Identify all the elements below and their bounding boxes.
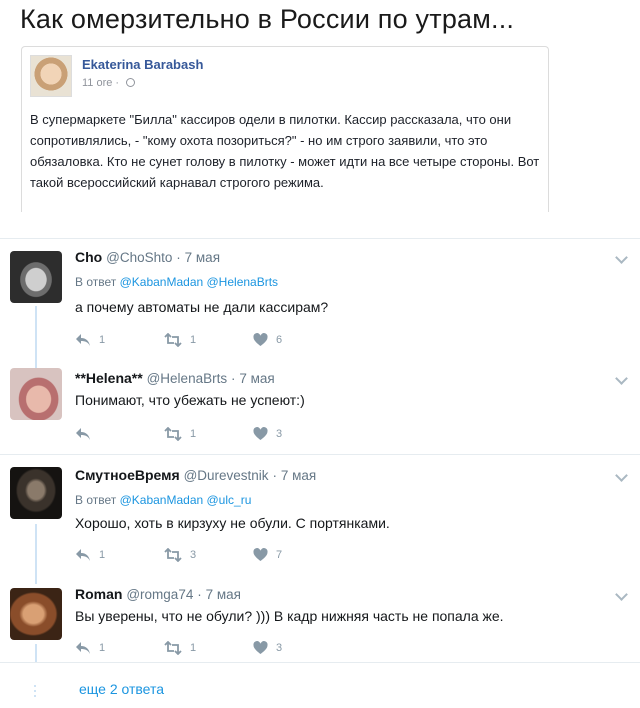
tweet-header: Roman @romga74 · 7 мая [75, 586, 241, 602]
retweet-button[interactable]: 1 [164, 426, 196, 442]
like-button[interactable]: 3 [253, 426, 282, 442]
reply-prefix: В ответ [75, 275, 120, 289]
tweet-text: Понимают, что убежать не успеют:) [75, 392, 305, 408]
like-count: 7 [276, 549, 283, 561]
tweet-text: а почему автоматы не дали кассирам? [75, 299, 329, 315]
like-count: 3 [276, 428, 283, 440]
separator-dot: · [197, 587, 202, 602]
retweet-button[interactable]: 1 [164, 332, 196, 348]
quoted-post-time-text: 11 ore · [82, 77, 123, 89]
like-count: 3 [276, 642, 283, 654]
quoted-post-text: В супермаркете "Билла" кассиров одели в … [30, 112, 540, 190]
more-replies-row: еще 2 ответа [0, 662, 640, 708]
retweet-icon [164, 427, 182, 441]
tweet: Roman @romga74 · 7 мая Вы уверены, что н… [0, 574, 640, 662]
reply-mentions[interactable]: @KabanMadan @ulc_ru [120, 493, 252, 507]
retweet-button[interactable]: 1 [164, 640, 196, 656]
page-headline: Как омерзительно в России по утрам... [20, 4, 515, 34]
tweet: Cho @ChoShto · 7 мая В ответ @KabanMadan… [0, 238, 640, 358]
avatar[interactable] [10, 368, 62, 420]
quoted-author-avatar [30, 55, 72, 97]
tweet-actions: 1 1 6 [75, 332, 335, 348]
reply-context: В ответ @KabanMadan @HelenaBrts [75, 275, 278, 289]
tweet-actions: 1 3 [75, 426, 335, 442]
display-name[interactable]: **Helena** [75, 370, 143, 386]
reply-count: 1 [99, 334, 106, 346]
retweet-count: 1 [190, 642, 197, 654]
reply-icon [76, 642, 90, 654]
tweet-header: СмутноеВремя @Durevestnik · 7 мая [75, 467, 316, 483]
like-count: 6 [276, 334, 283, 346]
reply-icon [76, 428, 90, 440]
chevron-down-icon[interactable] [615, 372, 628, 385]
retweet-button[interactable]: 3 [164, 547, 196, 563]
tweet-header: Cho @ChoShto · 7 мая [75, 249, 220, 265]
retweet-icon [164, 641, 182, 655]
heart-icon [253, 333, 268, 346]
reply-context: В ответ @KabanMadan @ulc_ru [75, 493, 251, 507]
reply-button[interactable] [75, 426, 99, 442]
quoted-post-time: 11 ore · [82, 77, 136, 89]
thread-dots [34, 685, 36, 699]
quoted-post-fade [22, 192, 548, 212]
reply-icon [76, 549, 90, 561]
separator-dot: · [230, 371, 236, 386]
heart-icon [253, 548, 268, 561]
tweet-actions: 1 1 3 [75, 640, 335, 656]
reply-icon [76, 334, 90, 346]
retweet-icon [164, 548, 182, 562]
user-handle[interactable]: @ChoShto [106, 250, 172, 265]
retweet-count: 3 [190, 549, 197, 561]
retweet-icon [164, 333, 182, 347]
avatar[interactable] [10, 467, 62, 519]
chevron-down-icon[interactable] [615, 251, 628, 264]
tweet-header: **Helena** @HelenaBrts · 7 мая [75, 370, 275, 386]
reply-mentions[interactable]: @KabanMadan @HelenaBrts [120, 275, 278, 289]
tweet-date[interactable]: 7 мая [206, 587, 241, 602]
tweet-actions: 1 3 7 [75, 547, 335, 563]
separator-dot: · [272, 468, 277, 483]
tweet-date[interactable]: 7 мая [239, 371, 274, 386]
display-name[interactable]: Cho [75, 249, 102, 265]
reply-count: 1 [99, 642, 106, 654]
separator-dot: · [176, 250, 181, 265]
chevron-down-icon[interactable] [615, 469, 628, 482]
heart-icon [253, 641, 268, 654]
reply-count: 1 [99, 549, 106, 561]
avatar[interactable] [10, 588, 62, 640]
like-button[interactable]: 6 [253, 332, 282, 348]
avatar[interactable] [10, 251, 62, 303]
reply-prefix: В ответ [75, 493, 120, 507]
globe-icon [126, 78, 136, 87]
more-replies-link[interactable]: еще 2 ответа [79, 681, 164, 697]
reply-button[interactable]: 1 [75, 640, 105, 656]
retweet-count: 1 [190, 334, 197, 346]
chevron-down-icon[interactable] [615, 588, 628, 601]
user-handle[interactable]: @HelenaBrts [147, 371, 228, 386]
quoted-post-card: Ekaterina Barabash 11 ore · В супермарке… [21, 46, 549, 212]
reply-button[interactable]: 1 [75, 547, 105, 563]
tweet-date[interactable]: 7 мая [185, 250, 220, 265]
like-button[interactable]: 3 [253, 640, 282, 656]
user-handle[interactable]: @Durevestnik [184, 468, 269, 483]
user-handle[interactable]: @romga74 [126, 587, 193, 602]
display-name[interactable]: СмутноеВремя [75, 467, 180, 483]
reply-button[interactable]: 1 [75, 332, 105, 348]
tweet: **Helena** @HelenaBrts · 7 мая Понимают,… [0, 358, 640, 454]
quoted-author-name[interactable]: Ekaterina Barabash [82, 57, 203, 72]
tweet-text: Вы уверены, что не обули? ))) В кадр ниж… [75, 608, 504, 624]
tweet-date[interactable]: 7 мая [281, 468, 316, 483]
display-name[interactable]: Roman [75, 586, 122, 602]
tweet: СмутноеВремя @Durevestnik · 7 мая В отве… [0, 454, 640, 574]
tweet-text: Хорошо, хоть в кирзуху не обули. С портя… [75, 515, 390, 531]
retweet-count: 1 [190, 428, 197, 440]
like-button[interactable]: 7 [253, 547, 282, 563]
heart-icon [253, 427, 268, 440]
